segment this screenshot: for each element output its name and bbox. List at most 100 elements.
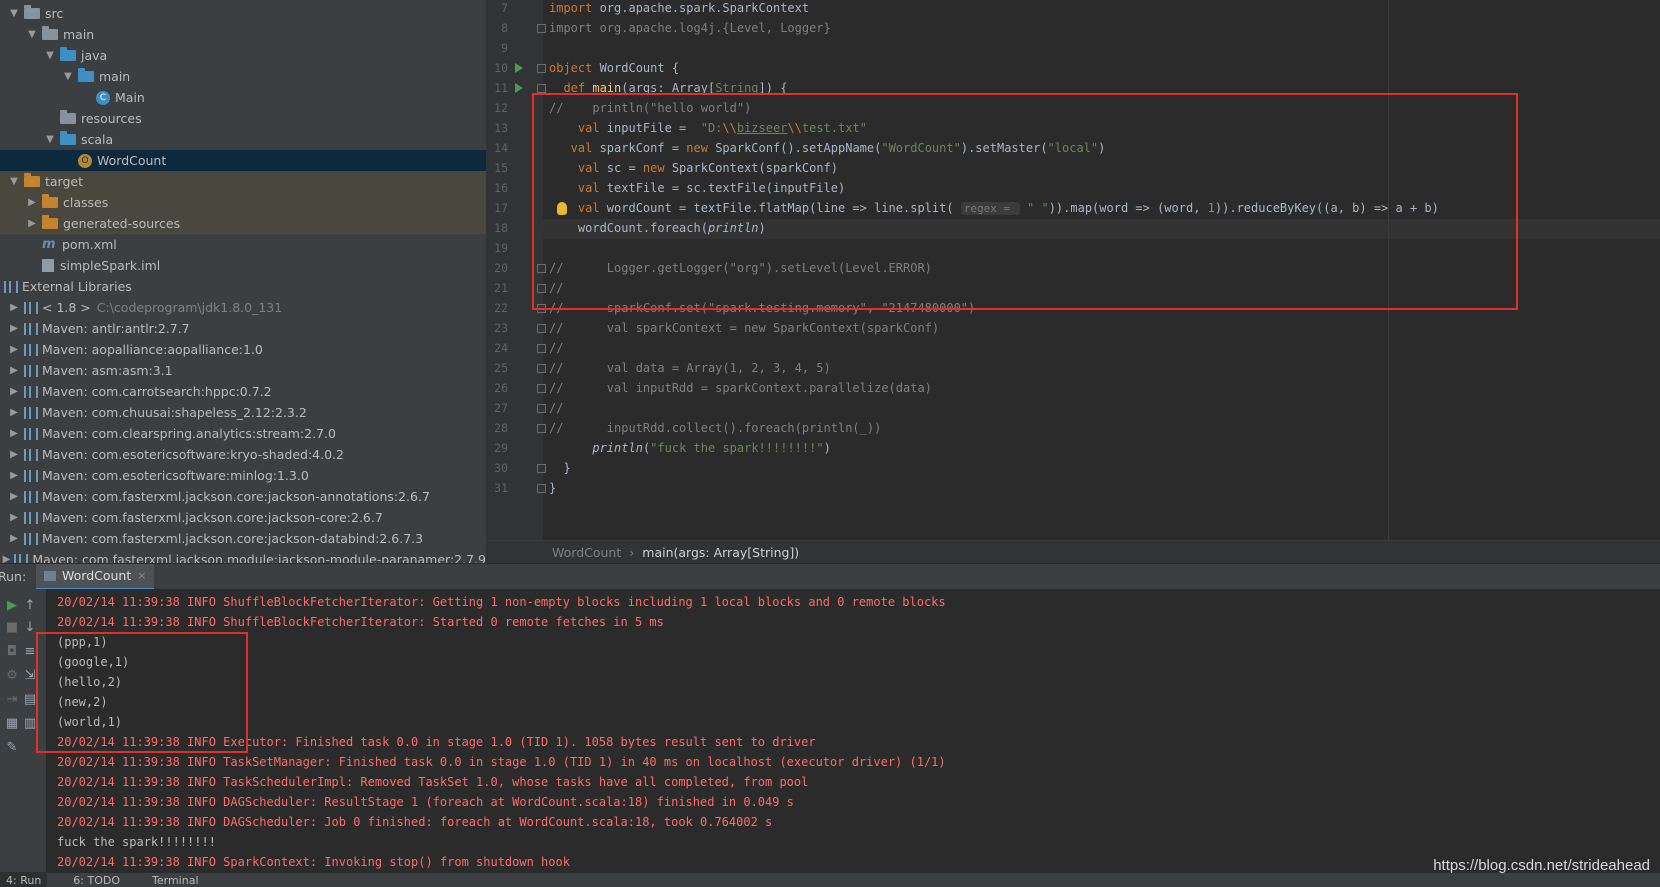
layout-icon[interactable]: ▦	[4, 715, 20, 731]
chevron-down-icon[interactable]: ▼	[44, 134, 56, 146]
fold-icon[interactable]	[537, 24, 546, 33]
tree-item-main[interactable]: ▼ main	[0, 66, 486, 87]
tree-item-main[interactable]: C Main	[0, 87, 486, 108]
tree-item-maven-antlr-antlr-2-7-7[interactable]: ▶ Maven: antlr:antlr:2.7.7	[0, 318, 486, 339]
login-icon[interactable]: ⇥	[4, 691, 20, 707]
chevron-right-icon[interactable]: ▶	[8, 407, 20, 419]
chevron-right-icon[interactable]: ▶	[8, 470, 20, 482]
tree-item-classes[interactable]: ▶ classes	[0, 192, 486, 213]
code-token: "fuck the spark!!!!!!!!"	[650, 441, 824, 455]
fold-icon[interactable]	[537, 384, 546, 393]
fold-icon[interactable]	[537, 404, 546, 413]
breadcrumb-object[interactable]: WordCount	[552, 545, 621, 560]
chevron-down-icon[interactable]: ▼	[44, 50, 56, 62]
code-line[interactable]: // val inputRdd = sparkContext.paralleli…	[549, 378, 932, 398]
fold-icon[interactable]	[537, 84, 546, 93]
tree-item-wordcount[interactable]: O WordCount	[0, 150, 486, 171]
run-gutter-icon[interactable]	[515, 83, 523, 93]
chevron-right-icon[interactable]: ▶	[8, 533, 20, 545]
breadcrumb-method[interactable]: main(args: Array[String])	[642, 545, 799, 560]
chevron-right-icon[interactable]: ▶	[8, 449, 20, 461]
tree-item-external-libraries[interactable]: External Libraries	[0, 276, 486, 297]
fold-icon[interactable]	[537, 64, 546, 73]
tree-item-maven-com-esotericsoftware-kryo-shaded-4-0-2[interactable]: ▶ Maven: com.esotericsoftware:kryo-shaded…	[0, 444, 486, 465]
library-icon	[24, 364, 38, 377]
tree-item-label: Maven: com.carrotsearch:hppc:0.7.2	[42, 384, 272, 399]
tree-item-java[interactable]: ▼ java	[0, 45, 486, 66]
code-line[interactable]: //	[549, 338, 563, 358]
code-line[interactable]: // inputRdd.collect().foreach(println(_)…	[549, 418, 881, 438]
chevron-right-icon[interactable]: ▶	[8, 323, 20, 335]
tree-item-src[interactable]: ▼ src	[0, 3, 486, 24]
code-token: //	[549, 341, 564, 355]
chevron-right-icon[interactable]: ▶	[8, 428, 20, 440]
tree-item-maven-com-esotericsoftware-minlog-1-3-0[interactable]: ▶ Maven: com.esotericsoftware:minlog:1.3.…	[0, 465, 486, 486]
fold-icon[interactable]	[537, 464, 546, 473]
class-icon: C	[96, 90, 110, 105]
code-line[interactable]: import org.apache.spark.SparkContext	[549, 0, 809, 18]
code-line[interactable]: // val data = Array(1, 2, 3, 4, 5)	[549, 358, 831, 378]
code-line[interactable]: import org.apache.log4j.{Level, Logger}	[549, 18, 831, 38]
code-line[interactable]: println("fuck the spark!!!!!!!!")	[549, 438, 830, 458]
code-token: object	[549, 61, 600, 75]
folder-icon	[24, 5, 40, 19]
chevron-right-icon[interactable]: ▶	[26, 218, 38, 230]
tree-item-target[interactable]: ▼ target	[0, 171, 486, 192]
chevron-down-icon[interactable]: ▼	[8, 8, 20, 20]
chevron-down-icon[interactable]: ▼	[8, 176, 20, 188]
fold-icon[interactable]	[537, 324, 546, 333]
settings-icon[interactable]: ⚙	[4, 667, 20, 683]
tree-item-simplespark-iml[interactable]: simpleSpark.iml	[0, 255, 486, 276]
pin-icon[interactable]: ✎	[4, 739, 20, 755]
tree-item-generated-sources[interactable]: ▶ generated-sources	[0, 213, 486, 234]
chevron-right-icon[interactable]: ▶	[3, 554, 11, 563]
rerun-icon[interactable]: ▶	[4, 597, 20, 613]
tree-item-maven-com-fasterxml-jackson-core-jackson-core-2-6-7[interactable]: ▶ Maven: com.fasterxml.jackson.core:jacks…	[0, 507, 486, 528]
tree-item-maven-com-fasterxml-jackson-core-jackson-annotations-2-6-7[interactable]: ▶ Maven: com.fasterxml.jackson.core:jacks…	[0, 486, 486, 507]
fold-icon[interactable]	[537, 424, 546, 433]
chevron-right-icon[interactable]: ▶	[8, 491, 20, 503]
code-line[interactable]: }	[549, 458, 570, 478]
run-tab-wordcount[interactable]: WordCount ×	[36, 563, 155, 590]
close-icon[interactable]: ×	[137, 569, 146, 582]
tree-item-scala[interactable]: ▼ scala	[0, 129, 486, 150]
code-line[interactable]: // val sparkContext = new SparkContext(s…	[549, 318, 939, 338]
tree-item-main[interactable]: ▼ main	[0, 24, 486, 45]
tree-item-maven-aopalliance-aopalliance-1-0[interactable]: ▶ Maven: aopalliance:aopalliance:1.0	[0, 339, 486, 360]
chevron-down-icon[interactable]: ▼	[62, 71, 74, 83]
library-icon	[24, 427, 38, 440]
tree-item-pom-xml[interactable]: m pom.xml	[0, 234, 486, 255]
tree-item-maven-com-chuusai-shapeless-2-12-2-3-2[interactable]: ▶ Maven: com.chuusai:shapeless_2.12:2.3.2	[0, 402, 486, 423]
tree-item-maven-asm-asm-3-1[interactable]: ▶ Maven: asm:asm:3.1	[0, 360, 486, 381]
code-line[interactable]: object WordCount {	[549, 58, 679, 78]
fold-icon[interactable]	[537, 344, 546, 353]
up-icon[interactable]: ↑	[22, 597, 38, 613]
fold-icon[interactable]	[537, 484, 546, 493]
chevron-right-icon[interactable]: ▶	[8, 512, 20, 524]
tree-item-maven-com-fasterxml-jackson-module-jackson-module-paranamer-2-7-9[interactable]: ▶ Maven: com.fasterxml.jackson.module:jac…	[0, 549, 486, 563]
folder-blue-icon	[60, 47, 76, 61]
code-line[interactable]: }	[549, 478, 556, 498]
chevron-right-icon[interactable]: ▶	[8, 344, 20, 356]
tab-run[interactable]: 4: Run	[0, 872, 48, 887]
code-line[interactable]: //	[549, 398, 563, 418]
chevron-right-icon[interactable]: ▶	[8, 302, 20, 314]
run-gutter-icon[interactable]	[515, 63, 523, 73]
tree-item-maven-com-carrotsearch-hppc-0-7-2[interactable]: ▶ Maven: com.carrotsearch:hppc:0.7.2	[0, 381, 486, 402]
camera-icon[interactable]: ◘	[4, 643, 20, 659]
tree-item-resources[interactable]: resources	[0, 108, 486, 129]
chevron-right-icon[interactable]: ▶	[26, 197, 38, 209]
chevron-right-icon[interactable]: ▶	[8, 365, 20, 377]
line-number: 8	[501, 21, 508, 35]
stop-icon[interactable]: ■	[4, 619, 20, 635]
tab-todo[interactable]: 6: TODO	[67, 872, 126, 887]
chevron-right-icon[interactable]: ▶	[8, 386, 20, 398]
tree-item-maven-com-fasterxml-jackson-core-jackson-databind-2-6-7-3[interactable]: ▶ Maven: com.fasterxml.jackson.core:jacks…	[0, 528, 486, 549]
tree-item-1-8[interactable]: ▶ < 1.8 > C:\codeprogram\jdk1.8.0_131	[0, 297, 486, 318]
fold-icon[interactable]	[537, 364, 546, 373]
tree-item-maven-com-clearspring-analytics-stream-2-7-0[interactable]: ▶ Maven: com.clearspring.analytics:stream…	[0, 423, 486, 444]
tree-item-label: Maven: com.esotericsoftware:kryo-shaded:…	[42, 447, 344, 462]
tab-terminal[interactable]: Terminal	[146, 872, 205, 887]
chevron-down-icon[interactable]: ▼	[26, 29, 38, 41]
line-number: 9	[501, 41, 508, 55]
